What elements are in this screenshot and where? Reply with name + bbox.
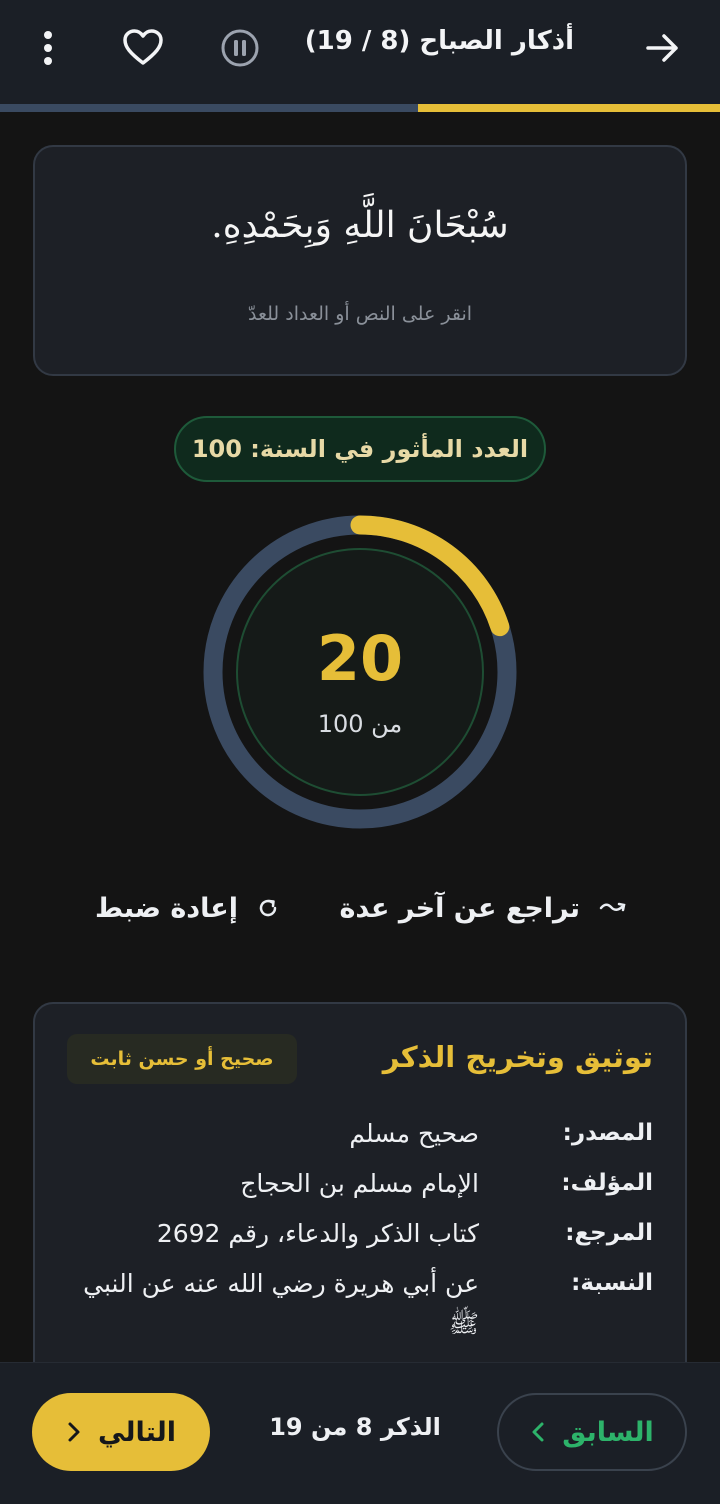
source-row-key: المرجع: [565, 1220, 653, 1246]
favorite-button[interactable] [117, 22, 169, 74]
source-row-key: المصدر: [562, 1120, 653, 1146]
next-label: التالي [98, 1416, 177, 1448]
top-app-bar: أذكار الصباح (8 / 19) [0, 0, 720, 104]
source-row-key: المؤلف: [561, 1170, 653, 1196]
source-row: المصدر: صحيح مسلم [53, 1119, 653, 1154]
chevron-left-icon [532, 1422, 544, 1442]
grade-badge: صحيح أو حسن ثابت [67, 1034, 297, 1084]
source-row: النسبة: عن أبي هريرة رضي الله عنه عن الن… [53, 1269, 653, 1344]
undo-label: تراجع عن آخر عدة [339, 892, 580, 924]
zikr-text[interactable]: سُبْحَانَ اللَّهِ وَبِحَمْدِهِ. [35, 205, 685, 246]
reset-label: إعادة ضبط [94, 892, 238, 924]
next-button[interactable]: التالي [32, 1393, 210, 1471]
pause-circle-icon [221, 29, 259, 67]
refresh-icon [259, 899, 277, 917]
previous-button[interactable]: السابق [497, 1393, 687, 1471]
tap-hint: انقر على النص أو العداد للعدّ [247, 303, 473, 325]
source-row-value: كتاب الذكر والدعاء، رقم 2692 [156, 1219, 479, 1248]
arrow-right-icon [646, 34, 678, 62]
chevron-right-icon [68, 1422, 80, 1442]
heart-icon [123, 29, 163, 65]
page-title: أذكار الصباح (8 / 19) [304, 26, 574, 56]
reset-button[interactable]: إعادة ضبط [95, 886, 280, 930]
source-row: المرجع: كتاب الذكر والدعاء، رقم 2692 [53, 1219, 653, 1254]
source-title: توثيق وتخريج الذكر [382, 1040, 653, 1074]
source-card: توثيق وتخريج الذكر صحيح أو حسن ثابت المص… [33, 1002, 687, 1422]
session-progress-fill [417, 104, 720, 112]
undo-icon [599, 902, 626, 912]
pause-button[interactable] [214, 22, 266, 74]
source-row: المؤلف: الإمام مسلم بن الحجاج [53, 1169, 653, 1204]
source-row-value: عن أبي هريرة رضي الله عنه عن النبي ﷺ [83, 1269, 479, 1338]
more-vertical-icon [44, 31, 52, 65]
source-row-value: الإمام مسلم بن الحجاج [240, 1169, 479, 1198]
zikr-card[interactable]: سُبْحَانَ اللَّهِ وَبِحَمْدِهِ. انقر على… [33, 145, 687, 376]
source-row-key: النسبة: [571, 1270, 653, 1296]
session-progress-bar [0, 104, 720, 112]
previous-label: السابق [562, 1416, 654, 1448]
count-value: 20 [316, 622, 404, 695]
more-menu-button[interactable] [22, 22, 74, 74]
sunnah-count-badge: العدد المأثور في السنة: 100 [174, 416, 546, 482]
bottom-nav: السابق الذكر 8 من 19 التالي [0, 1362, 720, 1504]
position-indicator: الذكر 8 من 19 [269, 1413, 441, 1441]
source-row-value: صحيح مسلم [349, 1119, 479, 1148]
back-button[interactable] [636, 22, 688, 74]
undo-button[interactable]: تراجع عن آخر عدة [339, 886, 628, 930]
count-target: من 100 [317, 710, 403, 738]
tap-counter[interactable]: 20 من 100 [200, 512, 520, 832]
